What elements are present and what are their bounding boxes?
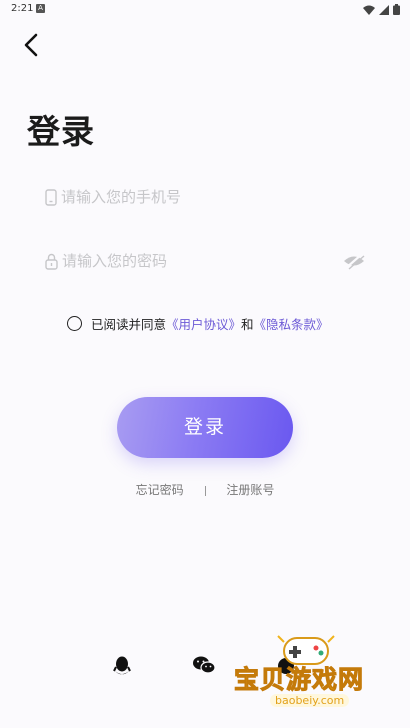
agreement-radio[interactable] — [67, 316, 82, 331]
wechat-icon[interactable] — [193, 656, 215, 674]
password-input[interactable] — [62, 252, 322, 270]
auxiliary-links: 忘记密码 注册账号 — [0, 481, 410, 498]
status-time: 2:21 — [11, 3, 34, 14]
agreement-row: 已阅读并同意 《用户协议》 和 《隐私条款》 — [67, 314, 329, 333]
password-field — [45, 246, 365, 276]
forgot-password-link[interactable]: 忘记密码 — [136, 483, 184, 497]
agreement-and: 和 — [241, 317, 254, 332]
wifi-icon — [363, 5, 375, 15]
watermark-text: 宝贝游戏网 — [233, 665, 365, 695]
battery-icon — [393, 4, 400, 15]
link-separator — [204, 485, 206, 496]
phone-icon — [45, 188, 57, 206]
phone-input[interactable] — [61, 188, 321, 206]
status-icons — [363, 4, 400, 15]
page-title: 登录 — [27, 112, 95, 151]
phone-field — [45, 182, 365, 212]
privacy-link[interactable]: 《隐私条款》 — [254, 314, 329, 333]
notification-icon: A — [36, 4, 45, 13]
watermark: 宝贝游戏网 baobeiy.com — [232, 632, 382, 722]
register-link[interactable]: 注册账号 — [226, 483, 274, 497]
eye-off-icon[interactable] — [343, 252, 365, 270]
status-bar: 2:21 A — [0, 0, 410, 20]
qq-icon[interactable] — [113, 656, 131, 676]
user-agreement-link[interactable]: 《用户协议》 — [166, 314, 241, 333]
signal-icon — [379, 4, 389, 15]
login-button[interactable]: 登录 — [117, 397, 293, 458]
back-button[interactable] — [18, 30, 48, 60]
lock-icon — [45, 253, 58, 270]
chevron-left-icon — [24, 33, 38, 57]
watermark-url: baobeiy.com — [270, 694, 350, 707]
agreement-prefix: 已阅读并同意 — [91, 317, 167, 332]
